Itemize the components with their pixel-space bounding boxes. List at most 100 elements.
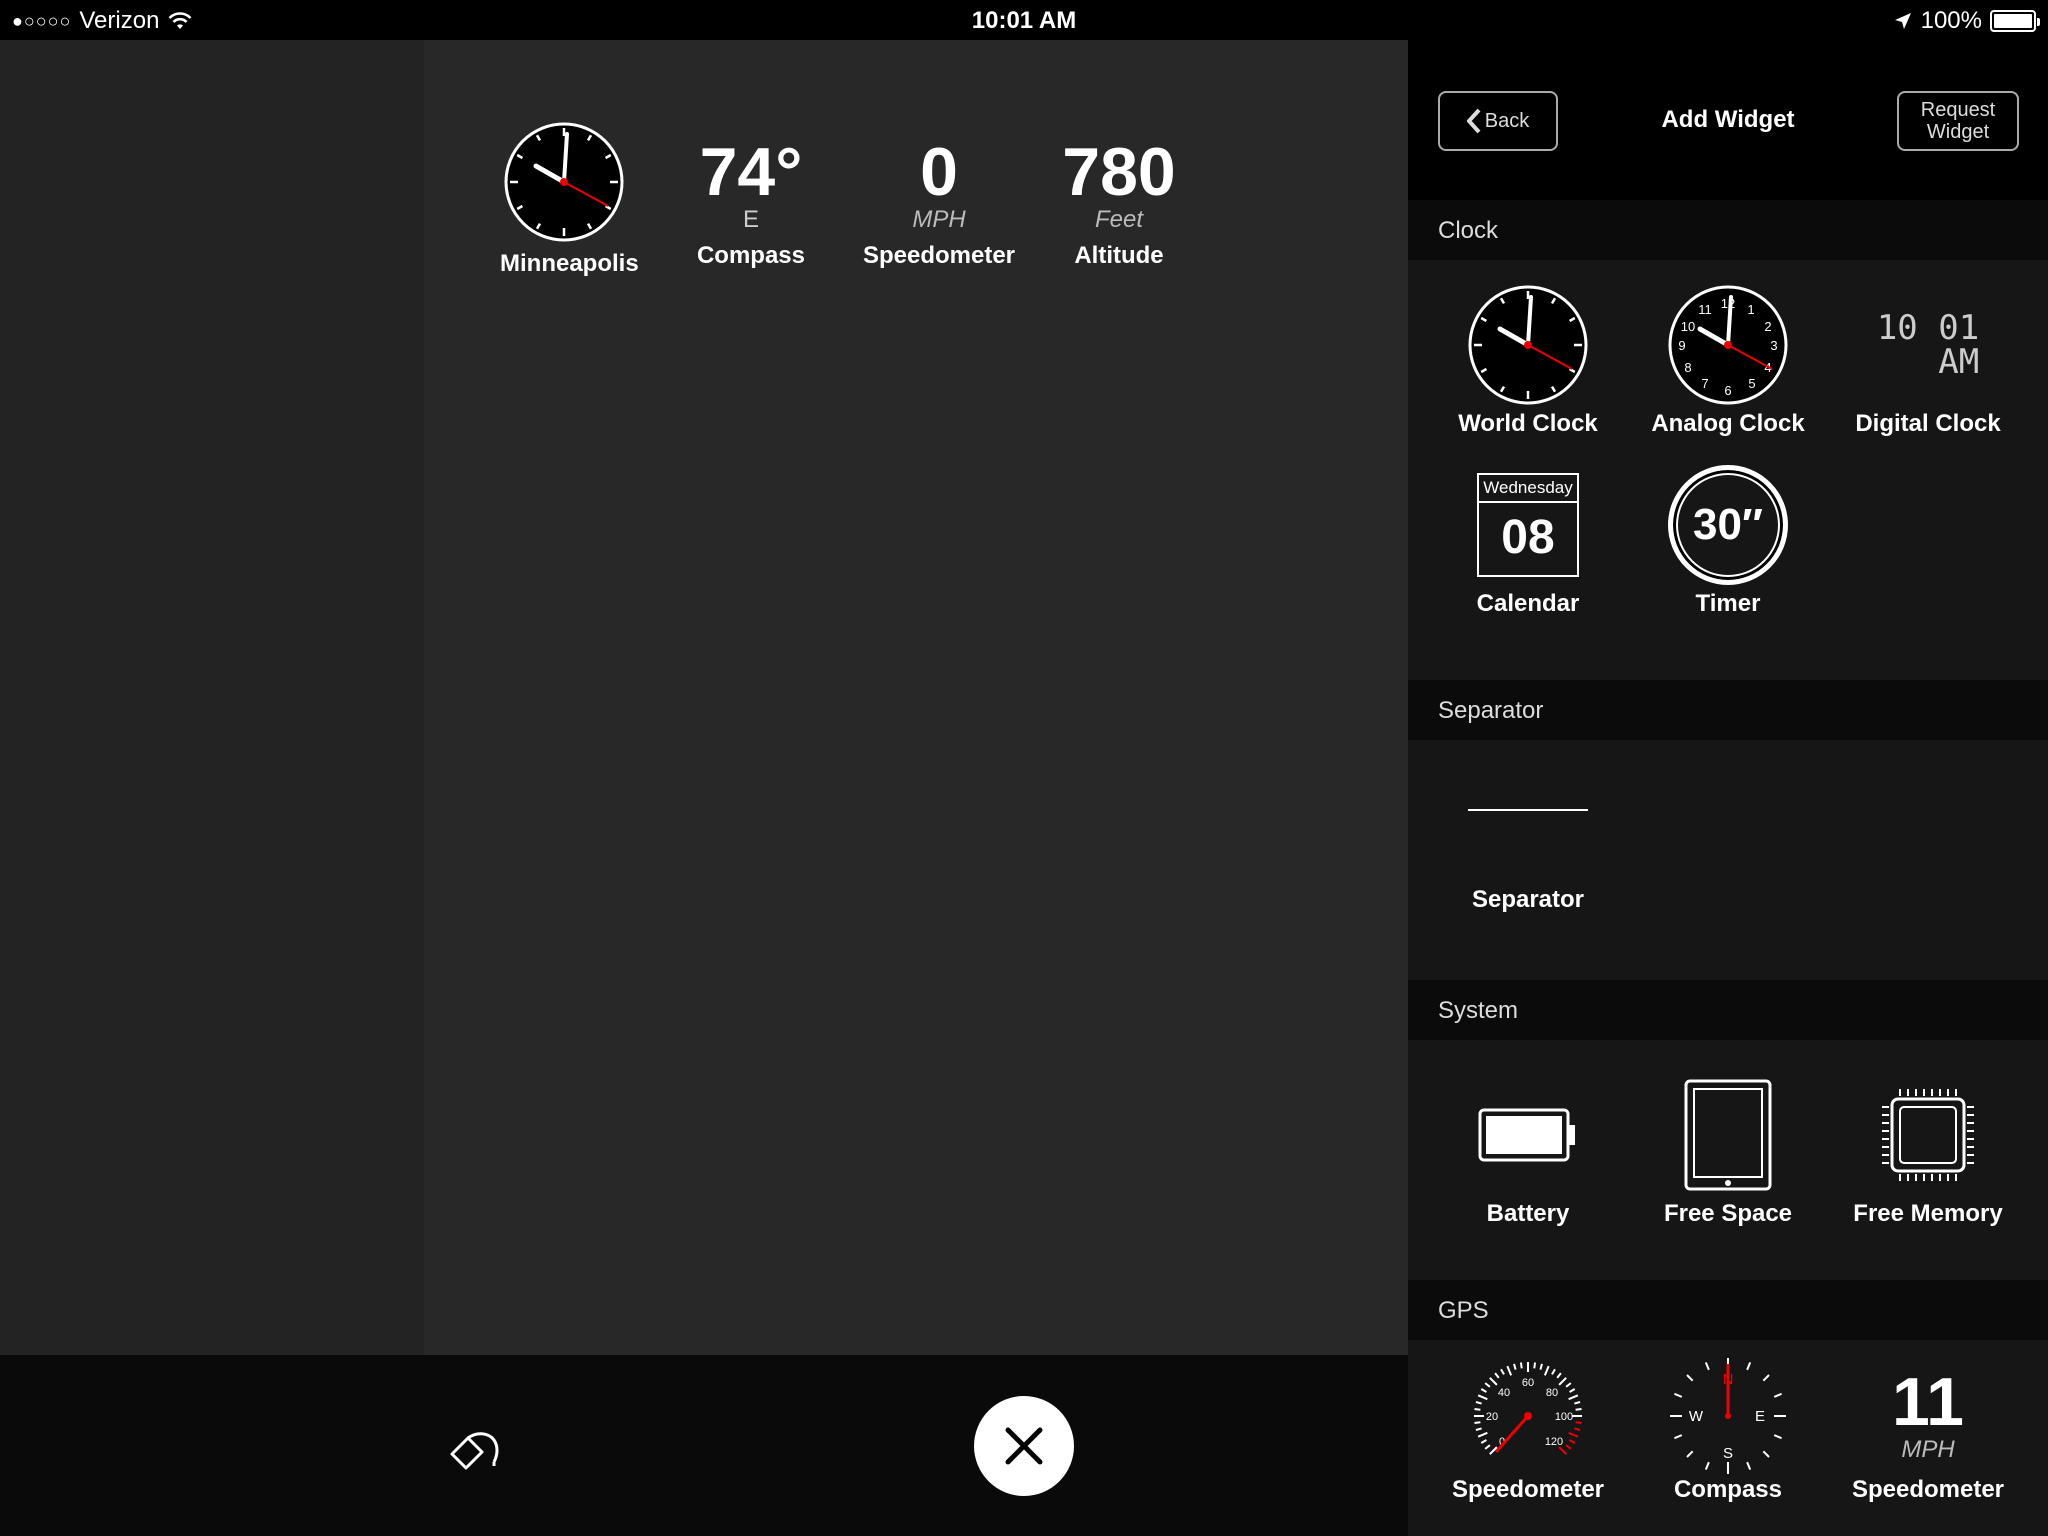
tile-battery[interactable]: Battery [1428, 1070, 1628, 1228]
speed-unit: MPH [912, 206, 966, 233]
tile-analog-clock[interactable]: 1212 345 678 91011 Analog Clock [1628, 280, 1828, 438]
timer-icon: 30″ [1668, 465, 1788, 585]
widget-compass[interactable]: 74° E Compass [686, 138, 816, 270]
clock-face-icon [504, 122, 624, 242]
gauge-label: 80 [1546, 1387, 1558, 1399]
tile-world-clock[interactable]: World Clock [1428, 280, 1628, 438]
compass-label: S [1723, 1445, 1733, 1462]
timer-text: 30″ [1692, 500, 1764, 549]
tile-label: World Clock [1458, 410, 1598, 437]
tile-icon: N E S W [1628, 1356, 1828, 1476]
tile-icon [1428, 280, 1628, 410]
tile-digital-clock[interactable]: 10 01 AM Digital Clock [1828, 280, 2028, 438]
altitude-unit: Feet [1094, 206, 1144, 233]
svg-text:2: 2 [1764, 319, 1771, 334]
separator-line-icon [1428, 760, 1628, 860]
tile-separator[interactable]: Separator [1428, 760, 1628, 914]
tile-label: Calendar [1476, 590, 1580, 617]
speedometer-gauge-icon: 0 20 40 60 80 100 120 [1474, 1362, 1582, 1455]
panel-nav-bar: Back Add Widget Request Widget [1408, 40, 2048, 200]
chip-icon [1882, 1089, 1974, 1181]
tile-icon: 30″ [1628, 460, 1828, 590]
tile-label: Timer [1695, 590, 1761, 617]
gauge-label: 20 [1486, 1411, 1498, 1423]
dashboard-canvas: Minneapolis 74° E Compass 0 MPH Speedome… [424, 40, 1408, 1355]
tile-gps-speedometer-digital[interactable]: 11 MPH Speedometer [1828, 1356, 2028, 1504]
tile-icon: 1212 345 678 91011 [1628, 280, 1828, 410]
section-title: Clock [1438, 217, 1499, 244]
section-header-system: System [1408, 980, 2048, 1040]
section-gps: 0 20 40 60 80 100 120 Speedometer N E [1408, 1340, 2048, 1536]
widget-label: Minneapolis [500, 250, 639, 277]
tile-icon: Wednesday 08 [1428, 460, 1628, 590]
status-time: 10:01 AM [971, 7, 1077, 34]
battery-icon [1990, 10, 2040, 32]
compass-label: W [1689, 1408, 1704, 1425]
paint-bucket-button[interactable] [448, 1428, 500, 1472]
widget-label: Speedometer [862, 242, 1016, 269]
widget-world-clock[interactable]: Minneapolis [500, 120, 639, 278]
tile-free-memory[interactable]: Free Memory [1828, 1070, 2028, 1228]
bottom-toolbar [0, 1355, 1408, 1536]
tile-icon: 10 01 AM [1828, 280, 2028, 410]
tile-free-space[interactable]: Free Space [1628, 1070, 1828, 1228]
section-header-gps: GPS [1408, 1280, 2048, 1340]
compass-degrees: 74° [699, 134, 803, 210]
battery-widget-icon [1478, 1108, 1575, 1162]
section-title: System [1438, 997, 1519, 1024]
section-title: Separator [1438, 697, 1544, 724]
speed-value: 0 [920, 134, 958, 210]
compass-icon: N E S W [1670, 1358, 1786, 1474]
svg-text:6: 6 [1724, 383, 1731, 398]
altitude-value: 780 [1062, 134, 1176, 210]
compass-direction: E [742, 206, 759, 233]
widget-altitude[interactable]: 780 Feet Altitude [1044, 138, 1194, 270]
status-right: 100% [1893, 7, 2040, 35]
tile-icon [1428, 1070, 1628, 1200]
calendar-date: 08 [1501, 511, 1555, 564]
tile-icon [1828, 1070, 2028, 1200]
left-pane [0, 40, 424, 1355]
gauge-label: 100 [1555, 1411, 1573, 1423]
tile-gps-compass[interactable]: N E S W Compass [1628, 1356, 1828, 1504]
tile-timer[interactable]: 30″ Timer [1628, 460, 1828, 618]
tile-label: Analog Clock [1651, 410, 1805, 437]
close-button[interactable] [974, 1396, 1074, 1496]
svg-text:8: 8 [1684, 360, 1691, 375]
tile-icon [1628, 1070, 1828, 1200]
section-separator: Separator [1408, 740, 2048, 980]
digital-clock-icon: 10 01 AM [1877, 311, 1979, 379]
digital-ampm: AM [1938, 342, 1980, 382]
digital-time: 10 01 [1876, 308, 1980, 348]
tile-label: Compass [1673, 1476, 1783, 1503]
request-label-line2: Widget [1926, 121, 1990, 143]
gauge-label: 120 [1545, 1436, 1563, 1448]
gauge-label: 60 [1522, 1377, 1534, 1389]
tile-label: Speedometer [1451, 1476, 1605, 1503]
close-icon [1005, 1427, 1043, 1465]
speed-number: 11 [1892, 1364, 1964, 1440]
tile-label: Free Memory [1853, 1200, 2003, 1227]
tile-label: Separator [1471, 886, 1585, 913]
svg-text:1: 1 [1747, 302, 1754, 317]
svg-text:7: 7 [1701, 376, 1708, 391]
tile-calendar[interactable]: Wednesday 08 Calendar [1428, 460, 1628, 618]
widget-speedometer[interactable]: 0 MPH Speedometer [854, 138, 1024, 270]
section-clock: World Clock 1212 345 678 91011 Analog Cl… [1408, 260, 2048, 680]
speed-unit-label: MPH [1901, 1436, 1955, 1463]
tile-icon: 11 MPH [1828, 1356, 2028, 1476]
battery-percent: 100% [1920, 7, 1982, 34]
tile-label: Free Space [1663, 1200, 1793, 1227]
location-arrow-icon [1894, 13, 1911, 29]
svg-text:5: 5 [1748, 376, 1755, 391]
calendar-day: Wednesday [1479, 475, 1577, 503]
tile-label: Speedometer [1851, 1476, 2005, 1503]
request-widget-button[interactable]: Request Widget [1897, 91, 2019, 151]
section-title: GPS [1438, 1297, 1489, 1324]
status-bar: ●○○○○ Verizon 10:01 AM 100% [0, 0, 2048, 40]
tile-label: Digital Clock [1855, 410, 2001, 437]
gauge-label: 40 [1498, 1387, 1510, 1399]
svg-text:11: 11 [1698, 302, 1712, 317]
tile-gps-speedometer[interactable]: 0 20 40 60 80 100 120 Speedometer [1428, 1356, 1628, 1504]
request-label-line1: Request [1920, 99, 1996, 121]
